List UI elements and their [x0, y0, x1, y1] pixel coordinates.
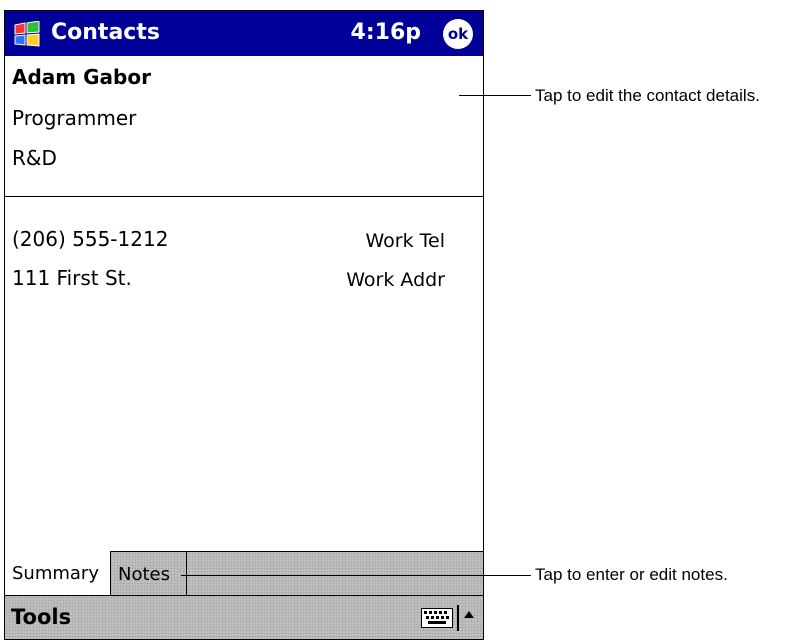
keyboard-icon[interactable] — [421, 608, 453, 628]
app-title: Contacts — [51, 20, 160, 45]
contact-name: Adam Gabor — [12, 65, 151, 89]
callout-edit-contact: Tap to edit the contact details. — [535, 86, 760, 105]
callout-edit-notes: Tap to enter or edit notes. — [535, 565, 728, 584]
work-addr-label: Work Addr — [346, 269, 445, 291]
command-bar: Tools — [5, 595, 483, 639]
callout-line-header — [459, 95, 531, 96]
work-tel-label: Work Tel — [365, 230, 446, 252]
contact-department: R&D — [12, 146, 57, 170]
up-arrow-icon[interactable] — [463, 609, 475, 619]
work-tel-value: (206) 555-1212 — [12, 227, 169, 251]
tab-summary[interactable]: Summary — [5, 551, 111, 597]
callout-line-notes — [181, 575, 531, 576]
pocket-pc-screen: Contacts 4:16p ok Adam Gabor Programmer … — [4, 10, 484, 640]
clock[interactable]: 4:16p — [351, 18, 421, 48]
tab-notes[interactable]: Notes — [111, 551, 187, 597]
contact-job-title: Programmer — [12, 106, 137, 130]
tools-menu[interactable]: Tools — [11, 604, 71, 630]
contact-header[interactable]: Adam Gabor Programmer R&D — [5, 56, 483, 197]
ok-button[interactable]: ok — [443, 19, 473, 49]
title-bar: Contacts 4:16p ok — [5, 11, 483, 56]
field-row-work-addr[interactable]: 111 First St. Work Addr — [5, 265, 483, 295]
field-row-work-tel[interactable]: (206) 555-1212 Work Tel — [5, 226, 483, 256]
tab-strip: Summary Notes — [5, 551, 483, 597]
input-divider — [457, 605, 459, 631]
work-addr-value: 111 First St. — [12, 266, 132, 290]
windows-start-icon[interactable] — [12, 21, 42, 47]
